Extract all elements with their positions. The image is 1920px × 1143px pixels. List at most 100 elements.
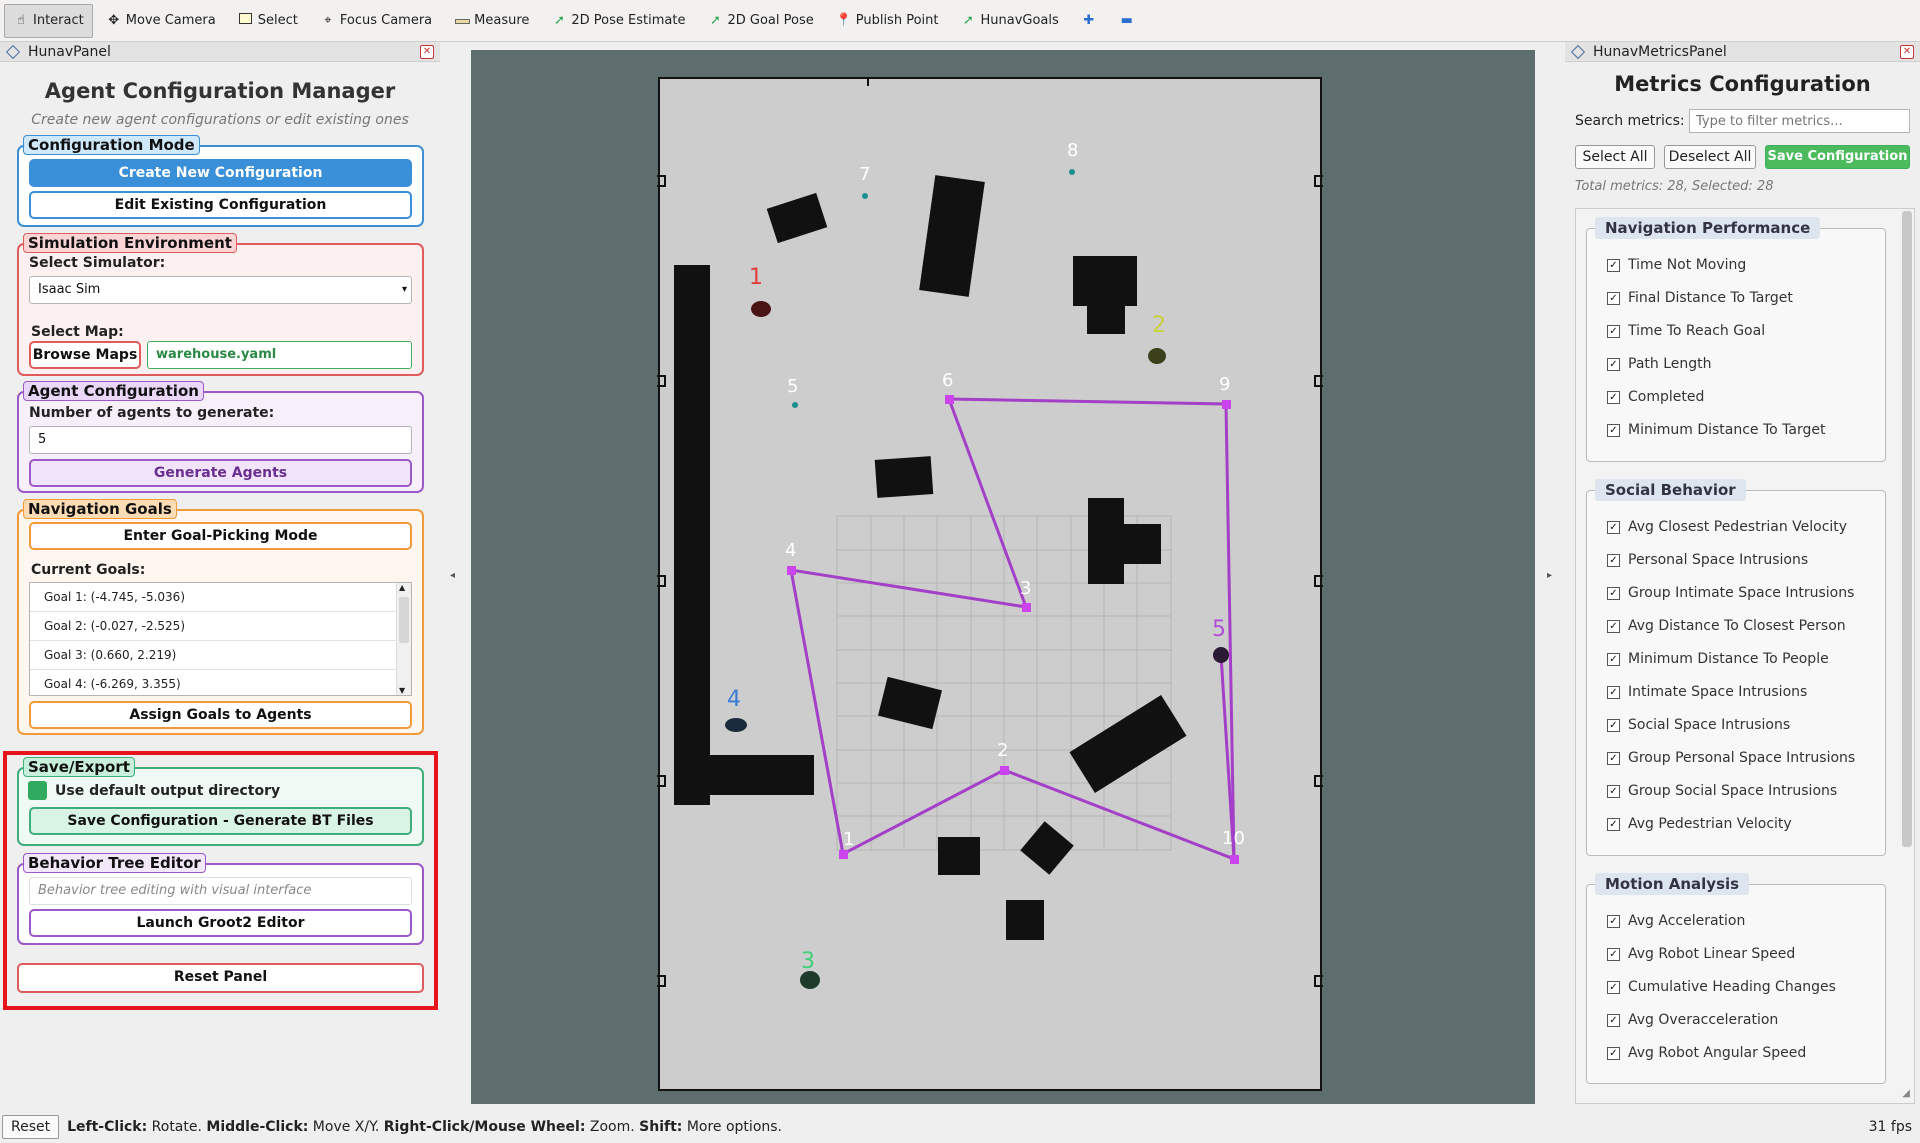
metric-checkbox[interactable]: ✓ Minimum Distance To Target [1607, 420, 1826, 440]
agent-5-icon[interactable] [1213, 647, 1229, 663]
create-config-button[interactable]: Create New Configuration [29, 159, 412, 187]
collapse-right-icon[interactable]: ▸ [1547, 570, 1552, 581]
toolbar: ☝ Interact ✥ Move Camera Select ⌖ Focus Cam… [0, 0, 1920, 42]
agent-label: 3 [801, 949, 815, 974]
resize-grip-icon[interactable]: ◢ [1902, 1088, 1910, 1099]
scrollbar-thumb[interactable] [399, 597, 409, 643]
tool-move-camera[interactable]: ✥ Move Camera [97, 4, 225, 38]
metric-checkbox[interactable]: ✓ Avg Distance To Closest Person [1607, 616, 1846, 636]
metric-checkbox[interactable]: ✓ Final Distance To Target [1607, 288, 1793, 308]
agent-count-input[interactable]: 5 [29, 426, 412, 454]
status-hint: Left-Click: Rotate. Middle-Click: Move X… [67, 1119, 782, 1135]
metrics-search-input[interactable] [1689, 109, 1910, 133]
panel-diamond-icon [5, 44, 21, 59]
goals-scrollbar[interactable]: ▲ ▼ [396, 583, 411, 695]
list-item[interactable]: Goal 1: (-4.745, -5.036) [30, 583, 396, 612]
reset-view-button[interactable]: Reset [2, 1115, 60, 1139]
close-icon[interactable]: ✕ [1900, 45, 1914, 59]
metric-checkbox[interactable]: ✓ Personal Space Intrusions [1607, 550, 1808, 570]
waypoint-label: 1 [843, 829, 854, 850]
waypoint-label: 3 [1020, 578, 1031, 599]
metric-checkbox[interactable]: ✓ Completed [1607, 387, 1704, 407]
metric-checkbox[interactable]: ✓ Avg Robot Angular Speed [1607, 1043, 1806, 1063]
metric-checkbox[interactable]: ✓ Time Not Moving [1607, 255, 1746, 275]
chevron-down-icon: ▾ [401, 284, 407, 295]
metric-checkbox[interactable]: ✓ Avg Robot Linear Speed [1607, 944, 1795, 964]
bt-editor-group: Behavior Tree Editor Behavior tree editi… [17, 853, 424, 945]
group-motion-analysis: Motion Analysis ✓ Avg Acceleration ✓ Avg R… [1586, 873, 1886, 1084]
goal-picking-button[interactable]: Enter Goal-Picking Mode [29, 522, 412, 550]
deselect-all-button[interactable]: Deselect All [1664, 145, 1756, 169]
status-bar: Reset Left-Click: Rotate. Middle-Click: … [0, 1111, 1920, 1143]
checkbox-icon: ✓ [1607, 947, 1620, 961]
tool-hunav-goals[interactable]: ➚ HunavGoals [951, 4, 1067, 38]
metric-checkbox[interactable]: ✓ Minimum Distance To People [1607, 649, 1829, 669]
add-tool-button[interactable]: ✚ [1072, 4, 1106, 38]
left-panel-titlebar: HunavPanel ✕ [0, 42, 440, 62]
metric-checkbox[interactable]: ✓ Avg Closest Pedestrian Velocity [1607, 517, 1847, 537]
checkbox-icon: ✓ [1607, 357, 1620, 371]
close-icon[interactable]: ✕ [420, 45, 434, 59]
checkbox-icon: ✓ [1607, 784, 1620, 798]
checkbox-icon: ✓ [1607, 1046, 1620, 1060]
select-all-button[interactable]: Select All [1575, 145, 1655, 169]
metrics-title: Metrics Configuration [1614, 72, 1871, 96]
collapse-left-icon[interactable]: ◂ [450, 570, 455, 581]
list-item[interactable]: Goal 4: (-6.269, 3.355) [30, 670, 396, 695]
edit-config-button[interactable]: Edit Existing Configuration [29, 191, 412, 219]
list-item[interactable]: Goal 2: (-0.027, -2.525) [30, 612, 396, 641]
hunav-panel: Agent Configuration Manager Create new a… [0, 63, 440, 1123]
tool-select[interactable]: Select [229, 4, 307, 38]
sim-env-group: Simulation Environment Select Simulator:… [17, 233, 424, 376]
tool-interact[interactable]: ☝ Interact [4, 3, 93, 38]
save-metrics-button[interactable]: Save Configuration [1765, 145, 1910, 169]
checkbox-icon: ✓ [1607, 718, 1620, 732]
metric-checkbox[interactable]: ✓ Cumulative Heading Changes [1607, 977, 1836, 997]
metric-checkbox[interactable]: ✓ Time To Reach Goal [1607, 321, 1765, 341]
default-dir-checkbox[interactable]: Use default output directory [28, 781, 280, 800]
agent-4-icon[interactable] [725, 718, 747, 732]
nav-goals-group: Navigation Goals Enter Goal-Picking Mode… [17, 499, 424, 735]
list-item[interactable]: Goal 3: (0.660, 2.219) [30, 641, 396, 670]
tool-publish-point[interactable]: 📍 Publish Point [827, 4, 948, 38]
metric-checkbox[interactable]: ✓ Avg Pedestrian Velocity [1607, 814, 1792, 834]
goals-list[interactable]: Goal 1: (-4.745, -5.036) Goal 2: (-0.027… [29, 582, 412, 696]
fps-counter: 31 fps [1868, 1119, 1912, 1135]
checkbox-icon: ✓ [1607, 390, 1620, 404]
map-viewport[interactable]: 1 2 3 4 5 6 7 8 9 10 1 2 3 4 5 [471, 50, 1535, 1104]
metrics-scroll-area[interactable]: Navigation Performance ✓ Time Not Moving … [1575, 208, 1915, 1104]
metrics-scrollbar[interactable] [1902, 211, 1912, 847]
metric-checkbox[interactable]: ✓ Avg Overacceleration [1607, 1010, 1778, 1030]
generate-agents-button[interactable]: Generate Agents [29, 459, 412, 487]
metric-checkbox[interactable]: ✓ Group Social Space Intrusions [1607, 781, 1837, 801]
remove-tool-button[interactable]: ▬ [1110, 4, 1144, 38]
map-canvas[interactable]: 1 2 3 4 5 6 7 8 9 10 1 2 3 4 5 [471, 50, 1535, 1104]
metric-checkbox[interactable]: ✓ Group Personal Space Intrusions [1607, 748, 1855, 768]
metric-checkbox[interactable]: ✓ Intimate Space Intrusions [1607, 682, 1807, 702]
browse-maps-button[interactable]: Browse Maps [29, 341, 141, 369]
tool-2d-pose-estimate[interactable]: ➚ 2D Pose Estimate [542, 4, 694, 38]
agent-2-icon[interactable] [1148, 348, 1166, 364]
reset-panel-button[interactable]: Reset Panel [17, 963, 424, 993]
tool-2d-goal-pose[interactable]: ➚ 2D Goal Pose [698, 4, 822, 38]
agent-3-icon[interactable] [800, 971, 820, 989]
scroll-up-icon[interactable]: ▲ [399, 583, 405, 592]
right-panel-titlebar: HunavMetricsPanel ✕ [1565, 42, 1920, 62]
checkbox-icon: ✓ [1607, 324, 1620, 338]
simulator-select[interactable]: Isaac Sim ▾ [29, 276, 412, 304]
agent-1-icon[interactable] [751, 301, 771, 317]
tool-measure[interactable]: Measure [445, 4, 538, 38]
metric-checkbox[interactable]: ✓ Avg Acceleration [1607, 911, 1745, 931]
metric-checkbox[interactable]: ✓ Path Length [1607, 354, 1712, 374]
metric-checkbox[interactable]: ✓ Group Intimate Space Intrusions [1607, 583, 1854, 603]
scroll-down-icon[interactable]: ▼ [399, 686, 405, 695]
tool-focus-camera[interactable]: ⌖ Focus Camera [311, 4, 441, 38]
waypoint-label: 7 [859, 164, 870, 185]
metric-checkbox[interactable]: ✓ Social Space Intrusions [1607, 715, 1790, 735]
save-generate-bt-button[interactable]: Save Configuration - Generate BT Files [29, 807, 412, 835]
config-mode-group: Configuration Mode Create New Configurat… [17, 135, 424, 227]
checkbox-checked-icon [28, 781, 47, 800]
assign-goals-button[interactable]: Assign Goals to Agents [29, 701, 412, 729]
launch-groot2-button[interactable]: Launch Groot2 Editor [29, 909, 412, 937]
agent-label: 1 [749, 265, 763, 290]
